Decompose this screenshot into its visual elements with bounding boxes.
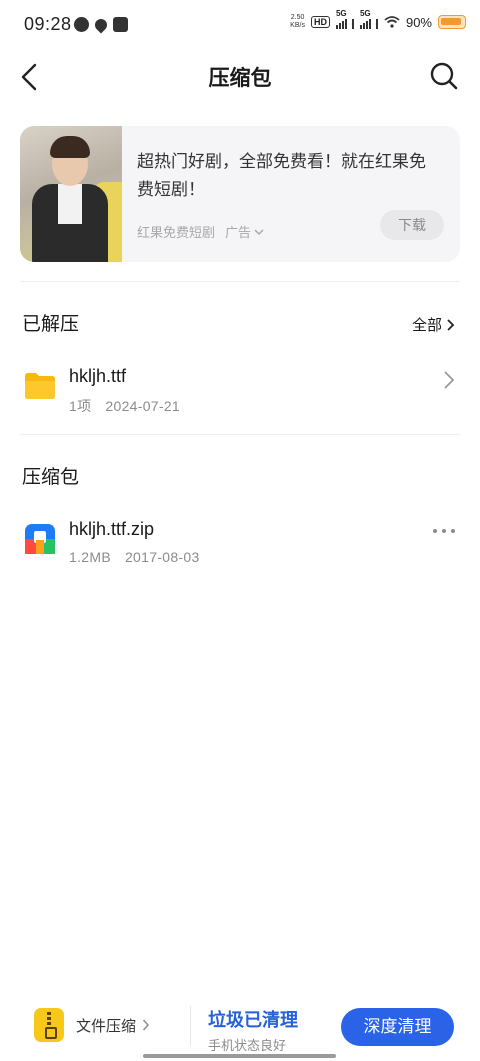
- ad-source-name: 红果免费短剧: [137, 225, 216, 240]
- file-meta: 1.2MB 2017-08-03: [69, 549, 200, 565]
- ad-banner[interactable]: 超热门好剧，全部免费看！就在红果免费短剧！ 红果免费短剧 广告 下载: [20, 126, 460, 262]
- ad-image-figure-shirt: [58, 184, 82, 224]
- page-title: 压缩包: [208, 67, 272, 90]
- chevron-right-icon: [142, 1019, 150, 1031]
- archive-file-row[interactable]: hkljh.ttf.zip 1.2MB 2017-08-03: [0, 519, 480, 585]
- divider: [20, 434, 460, 435]
- header: 压缩包: [0, 52, 480, 100]
- bottom-bar: 文件压缩 垃圾已清理 手机状态良好 深度清理: [0, 998, 480, 1061]
- chevron-right-icon: [444, 371, 455, 389]
- ad-label: 广告: [225, 225, 252, 240]
- search-icon: [430, 62, 458, 90]
- file-compress-button[interactable]: 文件压缩: [34, 1008, 150, 1042]
- hd-voice-icon: HD: [310, 16, 330, 28]
- network-speed: 2.50 KB/s: [290, 14, 305, 30]
- file-compress-label-row: 文件压缩: [76, 1015, 150, 1036]
- signal-1-label: 5G: [335, 9, 347, 18]
- search-button[interactable]: [428, 60, 460, 92]
- archives-section-title: 压缩包: [22, 467, 80, 488]
- more-options-icon[interactable]: [432, 525, 456, 537]
- status-time: 09:28: [24, 14, 72, 34]
- ad-image-figure-hair: [50, 136, 90, 158]
- clean-status-title: 垃圾已清理: [208, 1010, 298, 1030]
- unzipped-folder-row[interactable]: hkljh.ttf 1项 2024-07-21: [0, 366, 480, 432]
- signal-2-icon: 5G: [359, 9, 378, 29]
- chevron-down-icon: [254, 228, 264, 235]
- unzipped-section-title: 已解压: [22, 314, 80, 335]
- file-size: 1.2MB: [69, 549, 111, 565]
- ad-image: [20, 126, 122, 262]
- chevron-right-icon: [447, 318, 455, 331]
- ad-label-dropdown[interactable]: 广告: [225, 222, 265, 241]
- zip-file-icon: [25, 524, 55, 554]
- network-speed-unit: KB/s: [290, 22, 305, 29]
- view-all-label: 全部: [411, 317, 442, 334]
- ad-text: 超热门好剧，全部免费看！就在红果免费短剧！: [137, 152, 426, 199]
- ad-download-button[interactable]: 下载: [380, 210, 444, 240]
- file-compress-label: 文件压缩: [76, 1017, 137, 1035]
- ad-source-row: 红果免费短剧 广告: [137, 222, 265, 241]
- status-right-icons: 2.50 KB/s HD 5G 5G 90%: [290, 9, 466, 30]
- file-name: hkljh.ttf: [69, 366, 127, 386]
- app-notification-icon: [113, 17, 128, 32]
- file-item-count: 1项: [69, 398, 92, 414]
- network-speed-value: 2.50: [290, 14, 305, 21]
- divider: [20, 281, 460, 282]
- file-date: 2024-07-21: [105, 398, 181, 414]
- folder-icon: [25, 373, 55, 399]
- battery-percent: 90%: [405, 14, 432, 30]
- battery-icon: [438, 15, 466, 29]
- tiktok-icon: [74, 17, 89, 32]
- home-indicator[interactable]: [143, 1054, 336, 1058]
- location-icon: [92, 16, 110, 33]
- file-name: hkljh.ttf.zip: [69, 519, 155, 539]
- file-meta: 1项 2024-07-21: [69, 396, 180, 416]
- file-date: 2017-08-03: [124, 549, 200, 565]
- clean-status-subtitle: 手机状态良好: [208, 1038, 287, 1053]
- deep-clean-button[interactable]: 深度清理: [341, 1008, 454, 1046]
- wifi-icon: [384, 16, 400, 28]
- status-bar: 09:28 2.50 KB/s HD 5G 5G 90%: [0, 0, 480, 52]
- clean-status: 垃圾已清理 手机状态良好: [208, 1006, 298, 1054]
- status-notification-icons: [74, 16, 128, 33]
- zip-tool-icon: [34, 1008, 64, 1042]
- view-all-button[interactable]: 全部: [412, 314, 456, 335]
- divider: [190, 1006, 191, 1046]
- signal-1-icon: 5G: [335, 9, 354, 29]
- signal-2-label: 5G: [359, 9, 371, 18]
